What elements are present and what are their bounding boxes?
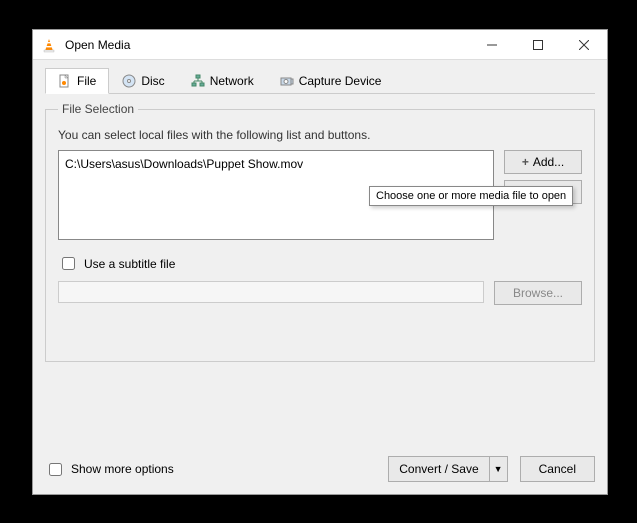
window-title: Open Media	[65, 38, 469, 52]
browse-button-label: Browse...	[513, 286, 563, 300]
add-button-label: Add...	[533, 155, 564, 169]
convert-save-label: Convert / Save	[399, 462, 478, 476]
tab-capture[interactable]: Capture Device	[267, 68, 395, 93]
content-area: File Disc Network Capture Device	[33, 60, 607, 384]
file-selection-legend: File Selection	[58, 102, 138, 116]
plus-icon: +	[522, 155, 529, 169]
window-controls	[469, 30, 607, 60]
tab-network-label: Network	[210, 74, 254, 88]
tab-file-label: File	[77, 74, 96, 88]
tab-disc-label: Disc	[141, 74, 164, 88]
tab-file[interactable]: File	[45, 68, 109, 94]
maximize-button[interactable]	[515, 30, 561, 60]
cancel-label: Cancel	[539, 462, 576, 476]
show-more-label: Show more options	[71, 462, 174, 476]
add-button[interactable]: + Add...	[504, 150, 582, 174]
file-selection-group: File Selection You can select local file…	[45, 102, 595, 362]
file-icon	[58, 74, 72, 88]
close-button[interactable]	[561, 30, 607, 60]
tab-network[interactable]: Network	[178, 68, 267, 93]
browse-button: Browse...	[494, 281, 582, 305]
subtitle-checkbox[interactable]	[62, 257, 75, 270]
convert-save-button[interactable]: Convert / Save	[388, 456, 489, 482]
titlebar: Open Media	[33, 30, 607, 60]
minimize-button[interactable]	[469, 30, 515, 60]
capture-icon	[280, 74, 294, 88]
network-icon	[191, 74, 205, 88]
vlc-icon	[41, 37, 57, 53]
cancel-button[interactable]: Cancel	[520, 456, 595, 482]
convert-dropdown-arrow[interactable]: ▼	[490, 456, 508, 482]
open-media-window: Open Media File	[32, 29, 608, 495]
file-list-item[interactable]: C:\Users\asus\Downloads\Puppet Show.mov	[63, 155, 489, 173]
disc-icon	[122, 74, 136, 88]
show-more-checkbox[interactable]	[49, 463, 62, 476]
subtitle-checkbox-label: Use a subtitle file	[84, 257, 175, 271]
bottom-bar: Show more options Convert / Save ▼ Cance…	[45, 456, 595, 482]
file-selection-hint: You can select local files with the foll…	[58, 128, 582, 142]
tab-capture-label: Capture Device	[299, 74, 382, 88]
add-button-tooltip: Choose one or more media file to open	[369, 186, 573, 206]
tabbar: File Disc Network Capture Device	[45, 68, 595, 94]
tab-disc[interactable]: Disc	[109, 68, 177, 93]
subtitle-path-input	[58, 281, 484, 303]
